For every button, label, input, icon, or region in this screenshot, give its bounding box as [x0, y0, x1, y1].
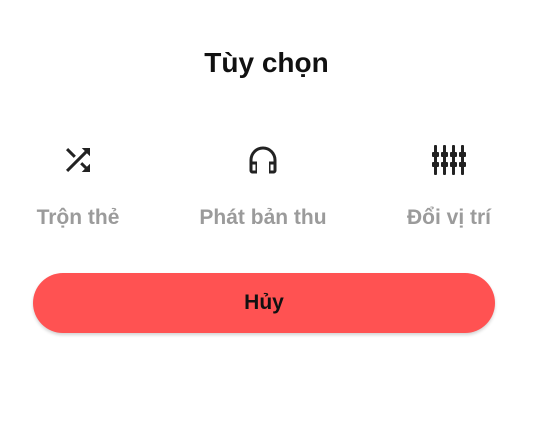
cancel-button[interactable]: Hủy	[33, 273, 495, 333]
dialog-title: Tùy chọn	[204, 47, 329, 78]
equalizer-sliders-icon	[431, 142, 467, 178]
reorder-label: Đổi vị trí	[406, 206, 491, 229]
shuffle-cards-option[interactable]: Trộn thẻ	[0, 138, 163, 238]
headphones-icon	[245, 142, 281, 178]
play-recording-option[interactable]: Phát bản thu	[178, 138, 348, 238]
cancel-button-label: Hủy	[244, 291, 284, 314]
shuffle-icon	[60, 142, 96, 178]
play-recording-label: Phát bản thu	[199, 206, 327, 229]
reorder-option[interactable]: Đổi vị trí	[364, 138, 533, 238]
shuffle-cards-label: Trộn thẻ	[36, 206, 120, 229]
options-dialog: Tùy chọn Trộn thẻ Phát bản thu Đổi vị tr…	[0, 0, 533, 431]
